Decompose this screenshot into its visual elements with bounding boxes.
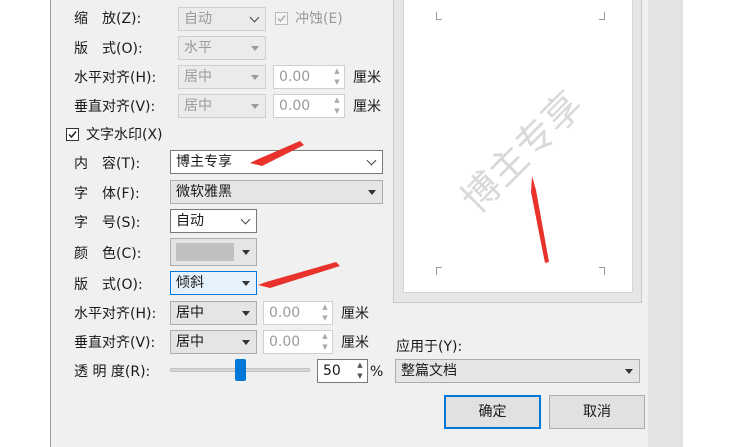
- ok-button[interactable]: 确定: [444, 395, 541, 429]
- size-label: 字 号(S):: [74, 215, 141, 231]
- content-combobox[interactable]: 博主专享: [170, 150, 383, 174]
- corner-mark: [436, 12, 442, 20]
- spin-down-icon[interactable]: ▼: [353, 371, 367, 382]
- scale-select[interactable]: 自动: [178, 7, 266, 31]
- transparency-label: 透 明 度(R):: [74, 364, 151, 380]
- dropdown-arrow-icon: [251, 46, 259, 51]
- spin-up-icon[interactable]: ▲: [353, 360, 367, 371]
- spin-down-icon[interactable]: ▼: [330, 106, 344, 117]
- layout-select[interactable]: 倾斜: [170, 271, 257, 295]
- chevron-down-icon[interactable]: [240, 214, 251, 225]
- preview-frame: 博主专享: [393, 0, 642, 303]
- dropdown-arrow-icon: [242, 250, 250, 255]
- layout-top-select[interactable]: 水平: [178, 36, 266, 60]
- corner-mark: [436, 267, 442, 275]
- chevron-down-icon[interactable]: [366, 155, 377, 166]
- dropdown-arrow-icon: [242, 281, 250, 286]
- transparency-slider-thumb[interactable]: [234, 359, 246, 381]
- text-watermark-checkbox[interactable]: [66, 128, 79, 141]
- dropdown-arrow-icon: [251, 75, 259, 80]
- apply-to-select[interactable]: 整篇文档: [395, 359, 640, 383]
- spin-down-icon[interactable]: ▼: [318, 313, 332, 324]
- v-align-top-select[interactable]: 居中: [178, 94, 266, 118]
- font-select[interactable]: 微软雅黑: [170, 180, 383, 204]
- dropdown-arrow-icon: [242, 311, 250, 316]
- content-label: 内 容(T):: [74, 156, 141, 172]
- chevron-down-icon: [249, 12, 260, 23]
- unit-label: 厘米: [341, 335, 369, 351]
- layout-label: 版 式(O):: [74, 277, 143, 293]
- spin-up-icon[interactable]: ▲: [330, 95, 344, 106]
- scale-label: 缩 放(Z):: [74, 11, 142, 27]
- check-icon: [68, 131, 77, 139]
- v-offset-spinner[interactable]: 0.00 ▲ ▼: [263, 330, 333, 354]
- apply-to-label: 应用于(Y):: [396, 339, 463, 355]
- unit-label: 厘米: [341, 306, 369, 322]
- spin-down-icon[interactable]: ▼: [330, 77, 344, 88]
- corner-mark: [599, 12, 605, 20]
- background-right: [683, 0, 744, 447]
- background-left: [0, 0, 50, 447]
- v-align-select[interactable]: 居中: [170, 330, 257, 354]
- dropdown-arrow-icon: [251, 104, 259, 109]
- washout-label: 冲蚀(E): [295, 11, 343, 27]
- font-label: 字 体(F):: [74, 186, 140, 202]
- percent-label: %: [370, 364, 384, 380]
- spin-up-icon[interactable]: ▲: [330, 66, 344, 77]
- background-shade: [648, 0, 684, 447]
- layout-top-label: 版 式(O):: [74, 41, 143, 57]
- v-align-label: 垂直对齐(V):: [74, 335, 156, 351]
- color-label: 颜 色(C):: [74, 246, 142, 262]
- h-align-top-select[interactable]: 居中: [178, 65, 266, 89]
- size-combobox[interactable]: 自动: [170, 209, 257, 233]
- h-align-top-label: 水平对齐(H):: [74, 70, 157, 86]
- transparency-spinner[interactable]: 50 ▲ ▼: [317, 359, 368, 383]
- color-swatch: [176, 243, 234, 261]
- unit-label: 厘米: [353, 99, 381, 115]
- unit-label: 厘米: [353, 70, 381, 86]
- text-watermark-label: 文字水印(X): [86, 127, 163, 143]
- dropdown-arrow-icon: [368, 190, 376, 195]
- dropdown-arrow-icon: [242, 340, 250, 345]
- cancel-button[interactable]: 取消: [549, 395, 645, 429]
- corner-mark: [599, 267, 605, 275]
- spin-up-icon[interactable]: ▲: [318, 331, 332, 342]
- color-picker[interactable]: [170, 238, 257, 266]
- h-align-label: 水平对齐(H):: [74, 306, 157, 322]
- spin-down-icon[interactable]: ▼: [318, 342, 332, 353]
- h-align-select[interactable]: 居中: [170, 301, 257, 325]
- preview-page: 博主专享: [403, 0, 633, 293]
- h-offset-top-spinner[interactable]: 0.00 ▲ ▼: [273, 65, 345, 89]
- check-icon: [277, 15, 286, 23]
- spin-up-icon[interactable]: ▲: [318, 302, 332, 313]
- v-align-top-label: 垂直对齐(V):: [74, 99, 156, 115]
- preview-watermark-text: 博主专享: [452, 82, 592, 222]
- dropdown-arrow-icon: [625, 369, 633, 374]
- washout-checkbox[interactable]: [275, 12, 288, 25]
- v-offset-top-spinner[interactable]: 0.00 ▲ ▼: [273, 94, 345, 118]
- h-offset-spinner[interactable]: 0.00 ▲ ▼: [263, 301, 333, 325]
